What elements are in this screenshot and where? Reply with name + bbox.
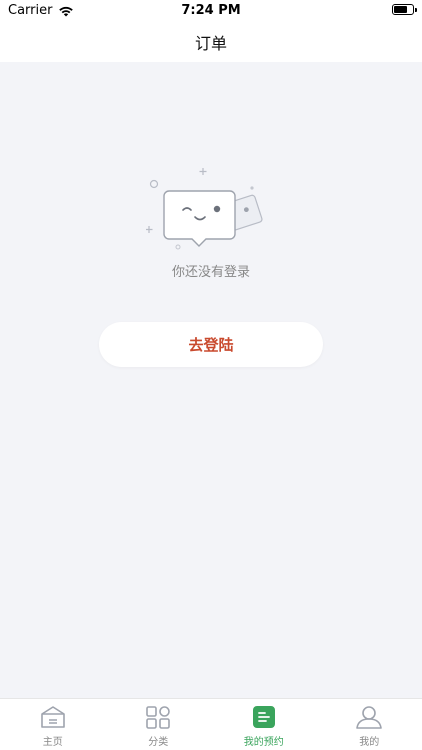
- category-icon: [144, 704, 172, 730]
- booking-icon: [250, 704, 278, 730]
- screen: Carrier 7:24 PM 订单 你还没有登录 去登陆 主页 分类 我的预约…: [0, 0, 422, 750]
- tab-home[interactable]: 主页: [0, 699, 106, 750]
- tab-bar: 主页 分类 我的预约 我的: [0, 698, 422, 750]
- status-right: [392, 4, 417, 15]
- tab-profile[interactable]: 我的: [317, 699, 422, 750]
- tab-category-label: 分类: [148, 737, 169, 748]
- status-time: 7:24 PM: [181, 3, 241, 18]
- battery-icon: [392, 4, 417, 15]
- go-login-label: 去登陆: [188, 336, 234, 354]
- tab-my-booking-label: 我的预约: [243, 737, 284, 748]
- page-title: 订单: [194, 34, 227, 53]
- empty-state-illustration-icon: [146, 168, 263, 250]
- empty-state: 你还没有登录: [0, 160, 422, 280]
- home-icon: [39, 704, 67, 730]
- tab-my-booking[interactable]: 我的预约: [211, 699, 317, 750]
- status-bar: Carrier 7:24 PM: [0, 0, 422, 22]
- empty-state-message: 你还没有登录: [171, 265, 250, 280]
- tab-category[interactable]: 分类: [106, 699, 212, 750]
- profile-icon: [355, 704, 383, 730]
- go-login-button[interactable]: 去登陆: [99, 322, 323, 367]
- nav-bar: 订单: [0, 22, 422, 62]
- tab-home-label: 主页: [42, 737, 63, 748]
- tab-profile-label: 我的: [359, 737, 380, 748]
